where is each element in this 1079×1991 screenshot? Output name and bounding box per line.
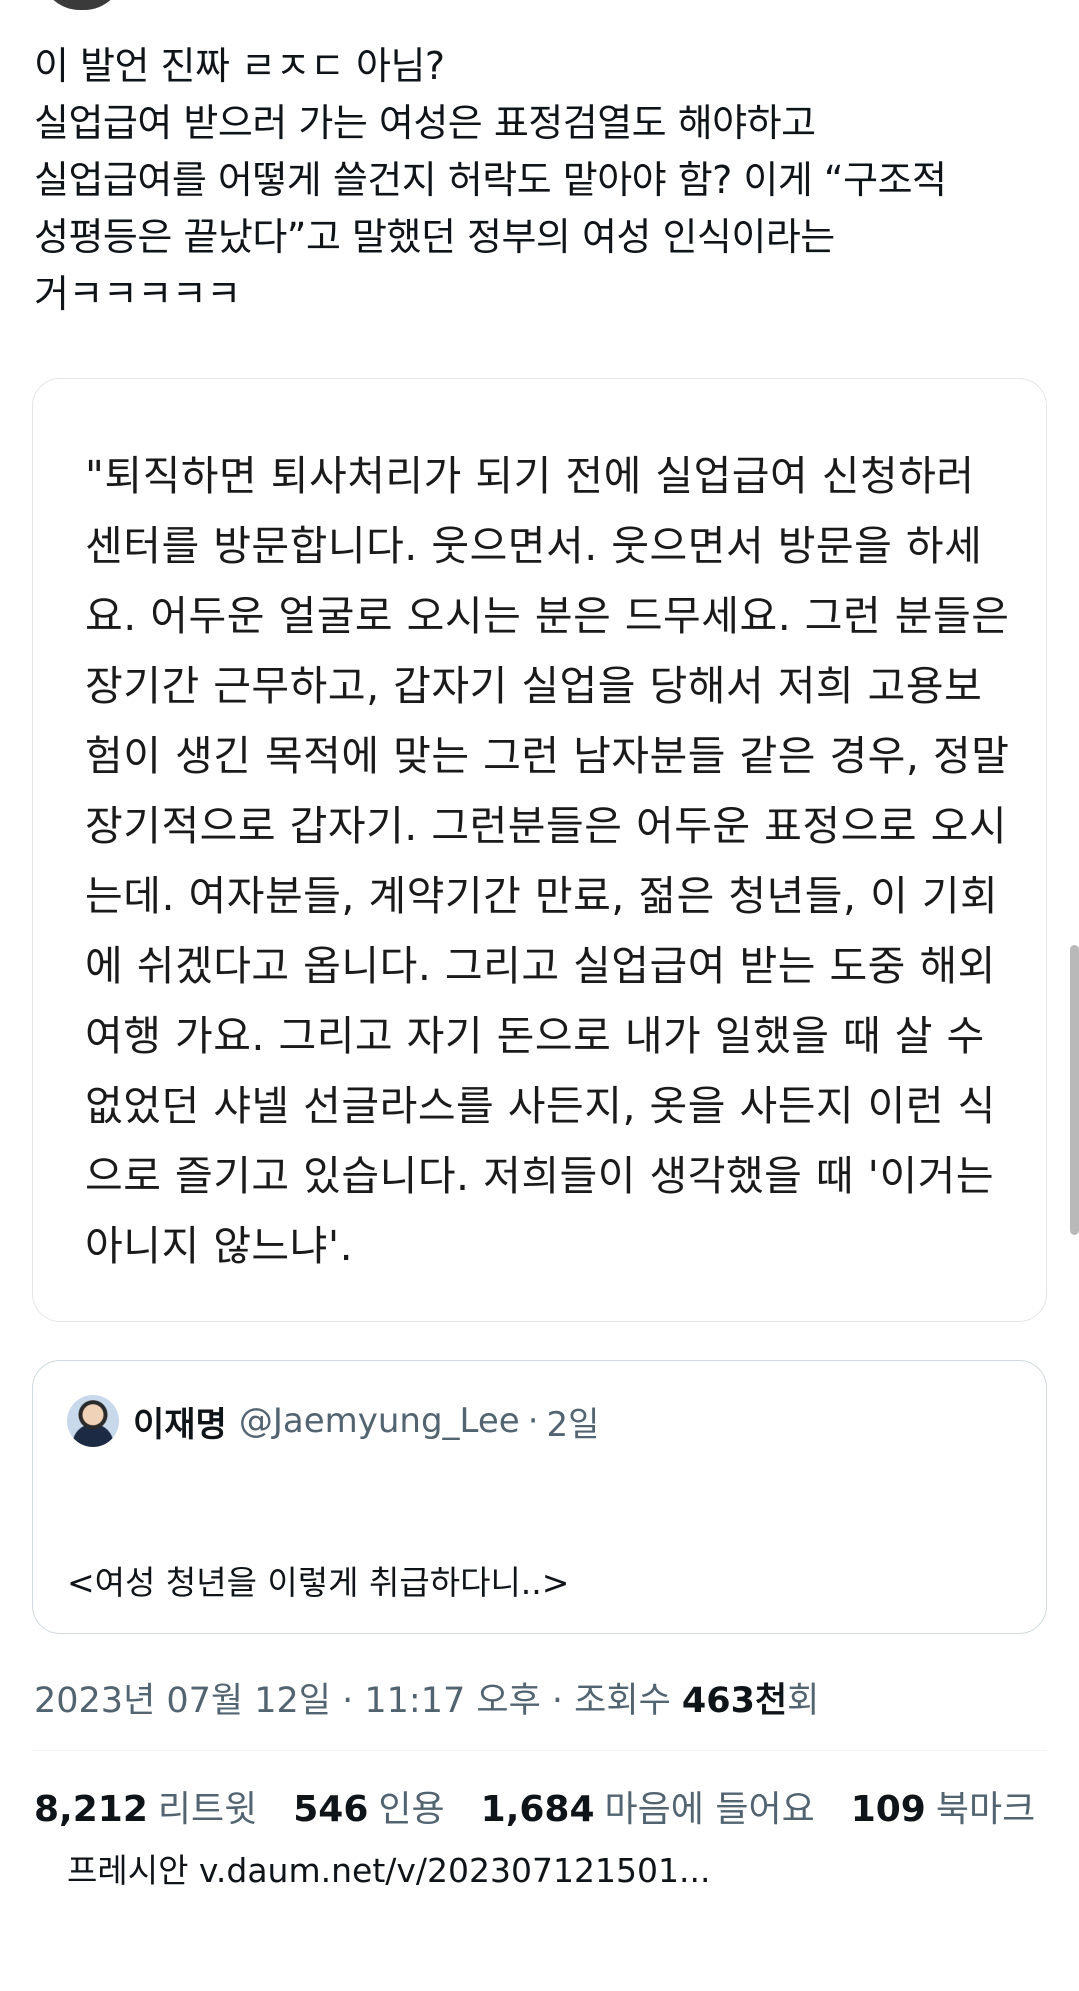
separator-dot: ·	[331, 1681, 365, 1721]
scrollbar[interactable]	[1070, 945, 1079, 1235]
likes-count: 1,684	[480, 1789, 595, 1830]
quoted-tweet-header: 이재명 @Jaemyung_Lee · 2일	[67, 1395, 599, 1447]
tweet-text: 이 발언 진짜 ㄹㅈㄷ 아님? 실업급여 받으러 가는 여성은 표정검열도 해야…	[34, 44, 947, 316]
image-quote-text: "퇴직하면 퇴사처리가 되기 전에 실업급여 신청하러 센터를 방문합니다. 웃…	[85, 452, 1010, 1270]
bookmarks-count: 109	[850, 1789, 926, 1830]
separator-dot: ·	[527, 1401, 539, 1441]
quoted-tweet-text: <여성 청년을 이렇게 취급하다니..>	[67, 1563, 570, 1602]
attached-image[interactable]: "퇴직하면 퇴사처리가 되기 전에 실업급여 신청하러 센터를 방문합니다. 웃…	[32, 378, 1047, 1322]
quoted-tweet-link[interactable]: 프레시안 v.daum.net/v/202307121501...	[67, 1847, 1007, 1895]
author-avatar[interactable]	[40, 0, 124, 10]
separator-dot: ·	[540, 1681, 575, 1721]
views-suffix: 회	[787, 1681, 820, 1721]
retweets-label: 리트윗	[157, 1789, 258, 1830]
quoted-author-name[interactable]: 이재명	[133, 1397, 227, 1446]
quotes-count: 546	[293, 1789, 369, 1830]
likes-stat[interactable]: 1,684 마음에 들어요	[481, 1780, 815, 1832]
tweet-time[interactable]: 11:17 오후	[364, 1681, 540, 1721]
quoted-author-handle[interactable]: @Jaemyung_Lee	[239, 1401, 520, 1441]
bookmarks-stat[interactable]: 109 북마크	[851, 1780, 1036, 1832]
quoted-tweet-time[interactable]: 2일	[547, 1397, 600, 1446]
likes-label: 마음에 들어요	[604, 1789, 815, 1830]
tweet-meta: 2023년 07월 12일 · 11:17 오후 · 조회수 463천회	[34, 1672, 819, 1723]
quoted-author-avatar[interactable]	[67, 1395, 119, 1447]
retweets-count: 8,212	[34, 1789, 148, 1830]
tweet-date[interactable]: 2023년 07월 12일	[34, 1681, 331, 1721]
engagement-stats: 8,212 리트윗 546 인용 1,684 마음에 들어요 109 북마크	[34, 1780, 1071, 1832]
quotes-stat[interactable]: 546 인용	[293, 1780, 444, 1832]
quoted-tweet-body: <여성 청년을 이렇게 취급하다니..> 프레시안 v.daum.net/v/2…	[67, 1463, 1007, 1991]
quotes-label: 인용	[378, 1789, 445, 1830]
quoted-tweet[interactable]: 이재명 @Jaemyung_Lee · 2일 <여성 청년을 이렇게 취급하다니…	[32, 1360, 1047, 1890]
retweets-stat[interactable]: 8,212 리트윗	[34, 1780, 257, 1832]
views-label: 조회수	[574, 1681, 682, 1721]
divider	[32, 1750, 1047, 1751]
views-count: 463천	[681, 1681, 788, 1721]
bookmarks-label: 북마크	[935, 1789, 1036, 1830]
